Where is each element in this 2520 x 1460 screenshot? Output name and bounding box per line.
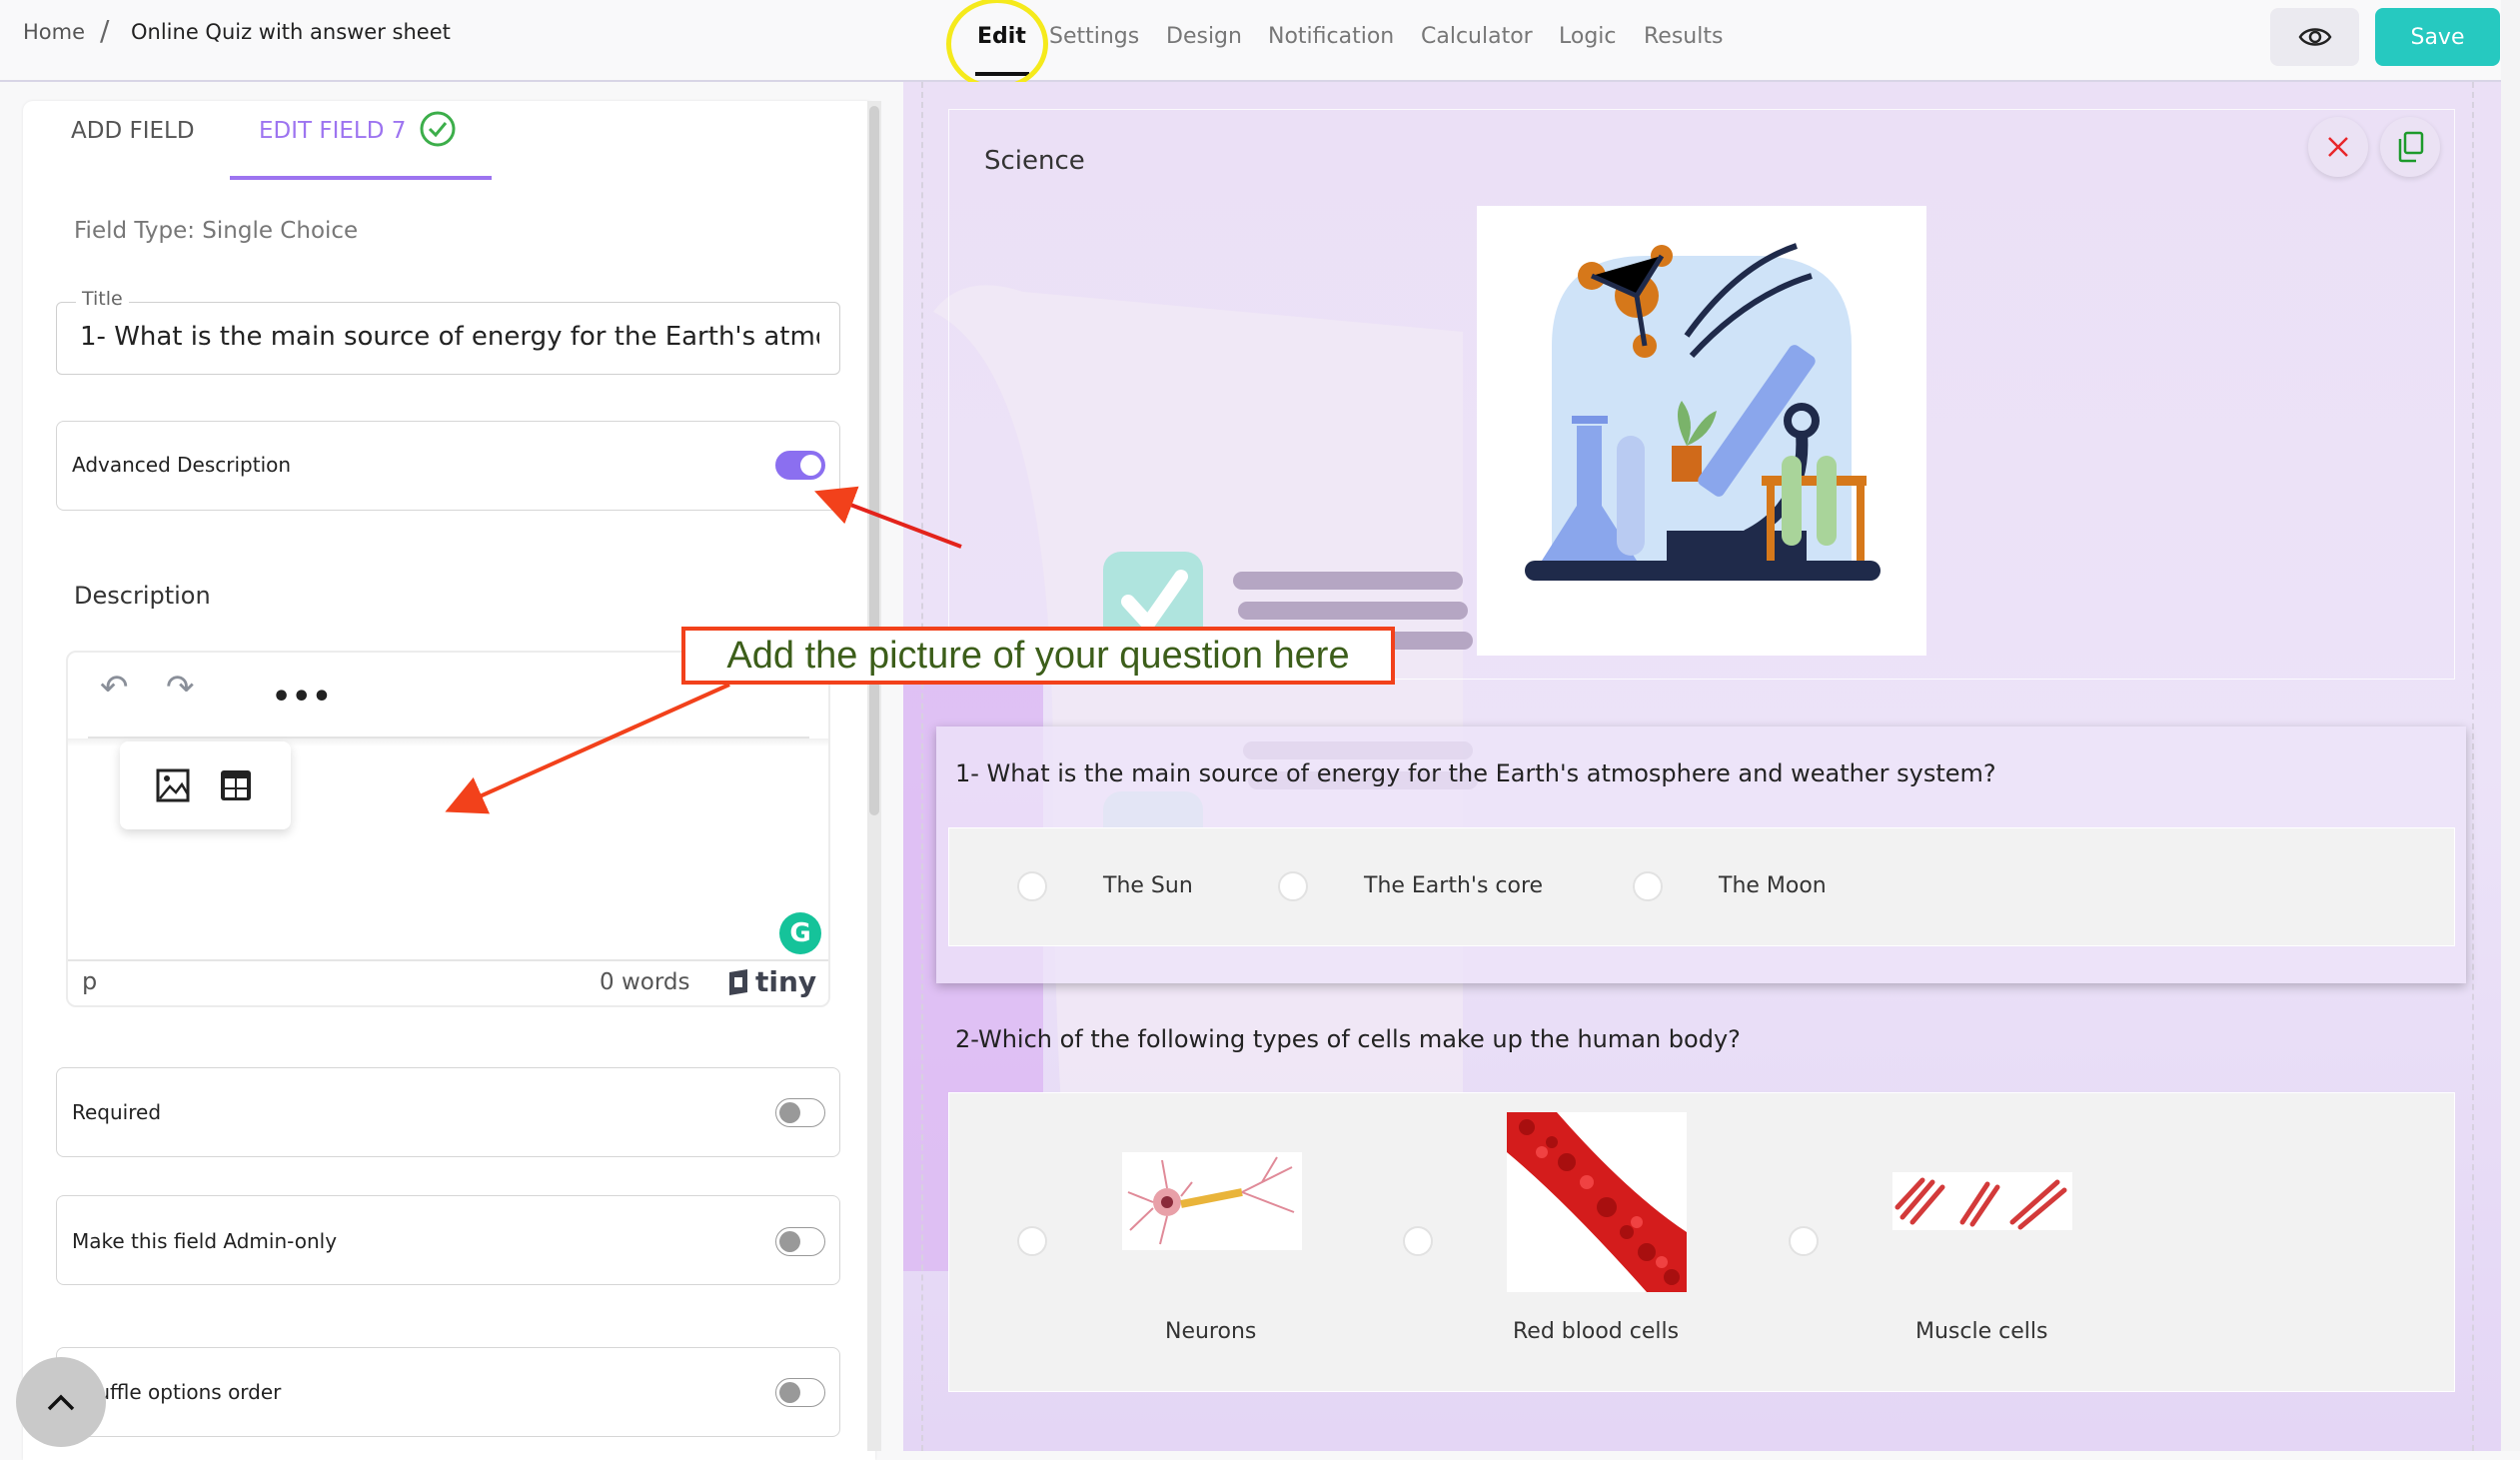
- required-toggle[interactable]: [775, 1098, 825, 1127]
- close-icon: [2328, 137, 2348, 157]
- radio-option[interactable]: [1017, 871, 1047, 901]
- muscle-cells-image: [1892, 1172, 2072, 1230]
- undo-icon[interactable]: ↶: [100, 668, 129, 708]
- redo-icon[interactable]: ↷: [166, 668, 195, 708]
- window-edge: [2501, 0, 2520, 1451]
- tab-logic[interactable]: Logic: [1559, 24, 1617, 49]
- highlight-circle-annotation: [946, 0, 1048, 90]
- radio-option[interactable]: [1633, 871, 1663, 901]
- question-2-title: 2-Which of the following types of cells …: [955, 1025, 1741, 1053]
- chevron-up-icon: [47, 1394, 75, 1411]
- radio-option[interactable]: [1403, 1226, 1433, 1256]
- editor-element-path[interactable]: p: [82, 967, 97, 995]
- annotation-text: Add the picture of your question here: [726, 634, 1350, 677]
- admin-only-toggle[interactable]: [775, 1227, 825, 1256]
- tiny-brand-label: tiny: [755, 965, 817, 998]
- canvas-guide-left: [921, 82, 923, 1451]
- more-options-icon[interactable]: •••: [272, 680, 333, 715]
- tab-design[interactable]: Design: [1166, 24, 1242, 49]
- radio-option[interactable]: [1789, 1226, 1819, 1256]
- option-label[interactable]: Red blood cells: [1513, 1319, 1679, 1344]
- tab-add-field[interactable]: ADD FIELD: [71, 118, 195, 144]
- insert-table-icon[interactable]: [219, 768, 253, 802]
- quick-insert-toolbar: [120, 741, 291, 829]
- section-title: Science: [984, 146, 1085, 176]
- breadcrumb-current: Online Quiz with answer sheet: [131, 20, 451, 44]
- option-label[interactable]: Muscle cells: [1915, 1319, 2047, 1344]
- radio-option[interactable]: [1017, 1226, 1047, 1256]
- neuron-image: [1122, 1152, 1302, 1250]
- breadcrumb-separator: /: [100, 14, 110, 47]
- panel-scrollbar-thumb[interactable]: [869, 106, 879, 815]
- check-circle-icon: [420, 111, 456, 147]
- save-button[interactable]: Save: [2375, 8, 2500, 66]
- canvas-guide-right: [2472, 82, 2474, 1451]
- editor-statusbar-divider: [68, 959, 828, 961]
- preview-button[interactable]: [2270, 8, 2359, 66]
- description-label: Description: [74, 582, 211, 610]
- delete-field-button[interactable]: [2308, 117, 2368, 177]
- required-row: [56, 1067, 840, 1157]
- option-label[interactable]: The Sun: [1103, 873, 1193, 898]
- eye-icon: [2298, 28, 2331, 46]
- advanced-description-label: Advanced Description: [72, 453, 292, 477]
- radio-option[interactable]: [1278, 871, 1308, 901]
- tab-edit-field[interactable]: EDIT FIELD 7: [259, 118, 406, 144]
- shuffle-options-toggle[interactable]: [775, 1378, 825, 1407]
- annotation-callout: Add the picture of your question here: [681, 627, 1395, 685]
- tiny-logo-icon: [729, 968, 747, 995]
- option-label[interactable]: The Moon: [1719, 873, 1827, 898]
- field-type-label: Field Type: Single Choice: [74, 218, 359, 244]
- tab-settings[interactable]: Settings: [1049, 24, 1139, 49]
- required-label: Required: [72, 1100, 162, 1124]
- advanced-description-toggle[interactable]: [775, 451, 825, 480]
- word-count[interactable]: 0 words: [600, 969, 689, 995]
- insert-image-icon[interactable]: [156, 768, 190, 802]
- admin-only-label: Make this field Admin-only: [72, 1229, 338, 1253]
- scroll-to-top-button[interactable]: [16, 1357, 106, 1447]
- science-illustration: [1477, 206, 1926, 656]
- option-label[interactable]: Neurons: [1165, 1319, 1256, 1344]
- grammarly-icon[interactable]: G: [779, 912, 821, 954]
- title-input-label: Title: [76, 288, 129, 310]
- active-panel-tab-indicator: [230, 176, 492, 180]
- duplicate-field-button[interactable]: [2380, 117, 2440, 177]
- tab-calculator[interactable]: Calculator: [1421, 24, 1533, 49]
- tab-notification[interactable]: Notification: [1268, 24, 1394, 49]
- red-blood-cells-image: [1507, 1112, 1687, 1292]
- option-label[interactable]: The Earth's core: [1364, 873, 1543, 898]
- copy-icon: [2398, 131, 2424, 163]
- tab-results[interactable]: Results: [1644, 24, 1723, 49]
- title-input-value[interactable]: 1- What is the main source of energy for…: [80, 322, 819, 352]
- breadcrumb-home[interactable]: Home: [23, 20, 85, 44]
- tiny-brand[interactable]: tiny: [725, 965, 816, 998]
- question-1-title: 1- What is the main source of energy for…: [955, 759, 1996, 787]
